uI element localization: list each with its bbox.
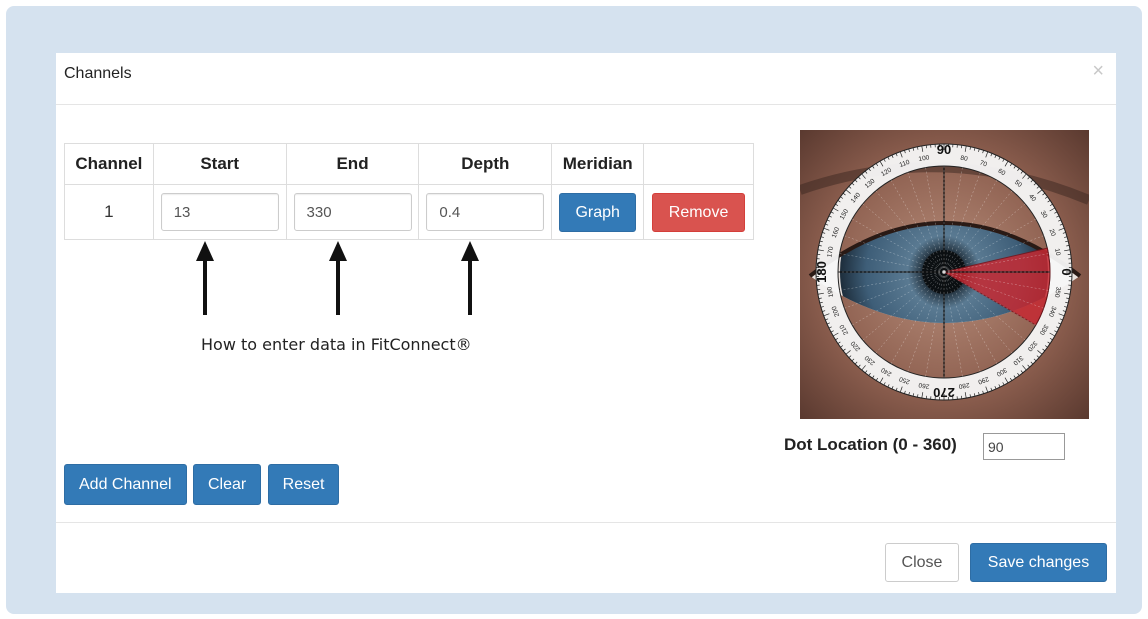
arrow-up-icon — [196, 241, 214, 315]
channels-table: Channel Start End Depth Meridian 1 13 33… — [64, 143, 754, 240]
cell-meridian: Graph — [551, 184, 645, 240]
arrow-up-icon — [329, 241, 347, 315]
save-changes-button[interactable]: Save changes — [970, 543, 1107, 582]
table-header-row: Channel Start End Depth Meridian — [64, 143, 754, 185]
start-input[interactable] — [160, 193, 279, 231]
dialog-footer: Close Save changes — [56, 522, 1116, 593]
instruction-caption: How to enter data in FitConnect® — [201, 335, 472, 354]
clear-button[interactable]: Clear — [192, 464, 262, 505]
cell-remove: Remove — [643, 184, 754, 240]
dot-location-label: Dot Location (0 - 360) — [784, 435, 957, 454]
header-depth: Depth — [418, 143, 553, 185]
cell-end — [285, 184, 420, 240]
dial-label-180: 180 — [814, 261, 829, 283]
arrow-up-icon — [461, 241, 479, 315]
dial-label-90: 90 — [937, 142, 951, 157]
dialog-header: Channels × — [56, 53, 1116, 105]
channels-dialog: Channels × Channel Start End Depth Merid… — [56, 53, 1116, 593]
header-start: Start — [152, 143, 287, 185]
graph-button[interactable]: Graph — [559, 192, 637, 232]
table-row: 1 Graph Remove — [64, 184, 754, 240]
header-channel: Channel — [64, 143, 154, 185]
dialog-title: Channels — [64, 65, 132, 82]
header-end: End — [285, 143, 420, 185]
eye-photo: 1020304050607080100110120130140150160170… — [798, 130, 1091, 419]
table-actions: Add Channel Clear Reset — [64, 464, 341, 505]
add-channel-button[interactable]: Add Channel — [64, 464, 187, 505]
end-input[interactable] — [293, 193, 412, 231]
degree-dial: 1020304050607080100110120130140150160170… — [815, 143, 1073, 401]
cell-start — [152, 184, 287, 240]
close-button[interactable]: Close — [885, 543, 959, 582]
header-meridian: Meridian — [551, 143, 645, 185]
eye-dial-image: 10 20 30 40 50 60 70 80 100 110 120 130 140 150 160 170… — [798, 130, 1091, 419]
cell-depth — [418, 184, 553, 240]
page-background: Channels × Channel Start End Depth Merid… — [6, 6, 1142, 614]
dial-label-270: 270 — [933, 385, 955, 400]
header-actions — [643, 143, 754, 185]
remove-button[interactable]: Remove — [652, 192, 746, 232]
depth-input[interactable] — [426, 193, 545, 231]
dial-label-0: 0 — [1059, 268, 1074, 275]
cell-channel: 1 — [64, 184, 154, 240]
reset-button[interactable]: Reset — [267, 464, 340, 505]
dot-location-input[interactable] — [983, 433, 1065, 460]
close-icon[interactable]: × — [1092, 61, 1104, 81]
